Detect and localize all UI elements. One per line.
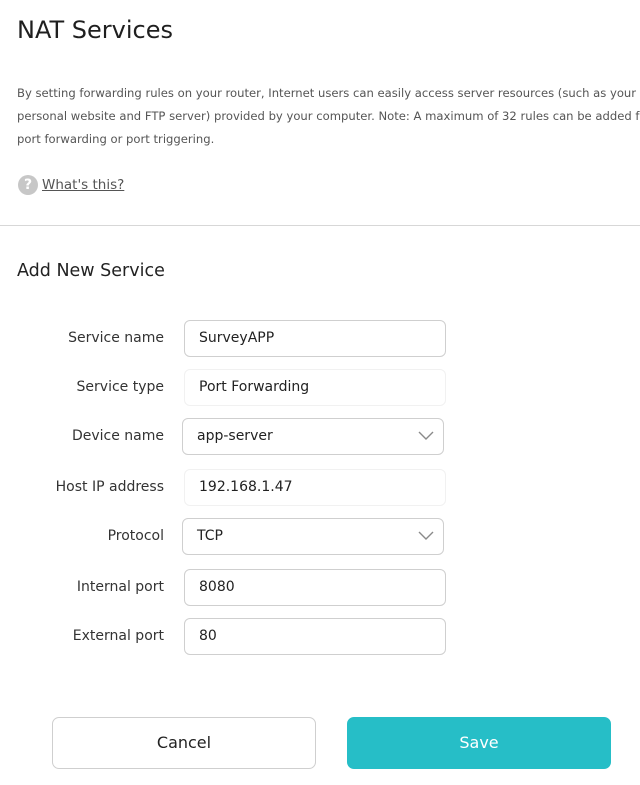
save-button[interactable]: Save bbox=[347, 717, 611, 769]
internal-port-input[interactable]: 8080 bbox=[184, 569, 446, 606]
service-type-label: Service type bbox=[76, 379, 164, 395]
description-line: By setting forwarding rules on your rout… bbox=[17, 86, 637, 100]
page-title: NAT Services bbox=[17, 16, 173, 44]
service-type-row: Service type Port Forwarding bbox=[0, 369, 640, 406]
external-port-label: External port bbox=[72, 628, 164, 644]
host-ip-label: Host IP address bbox=[55, 479, 164, 495]
question-circle-icon[interactable]: ? bbox=[18, 175, 38, 195]
protocol-selected: TCP bbox=[197, 528, 223, 544]
chevron-down-icon[interactable] bbox=[418, 530, 434, 542]
device-name-select[interactable]: app-server bbox=[182, 418, 444, 455]
whats-this-label[interactable]: What's this? bbox=[42, 177, 124, 193]
protocol-label: Protocol bbox=[107, 528, 164, 544]
service-name-row: Service name SurveyAPP bbox=[0, 320, 640, 357]
section-title: Add New Service bbox=[17, 261, 165, 281]
host-ip-value: 192.168.1.47 bbox=[184, 469, 446, 506]
description-line: personal website and FTP server) provide… bbox=[17, 109, 640, 123]
protocol-select[interactable]: TCP bbox=[182, 518, 444, 555]
description-line: port forwarding or port triggering. bbox=[17, 132, 215, 146]
device-name-row: Device name app-server bbox=[0, 418, 640, 455]
protocol-row: Protocol TCP bbox=[0, 518, 640, 555]
device-name-selected: app-server bbox=[197, 428, 273, 444]
page-description: By setting forwarding rules on your rout… bbox=[17, 82, 640, 151]
device-name-label: Device name bbox=[71, 428, 164, 444]
internal-port-label: Internal port bbox=[76, 579, 164, 595]
section-divider bbox=[0, 225, 640, 226]
external-port-row: External port 80 bbox=[0, 618, 640, 655]
chevron-down-icon[interactable] bbox=[418, 430, 434, 442]
service-name-input[interactable]: SurveyAPP bbox=[184, 320, 446, 357]
service-name-label: Service name bbox=[68, 330, 164, 346]
service-type-value: Port Forwarding bbox=[184, 369, 446, 406]
host-ip-row: Host IP address 192.168.1.47 bbox=[0, 469, 640, 506]
internal-port-row: Internal port 8080 bbox=[0, 569, 640, 606]
cancel-button[interactable]: Cancel bbox=[52, 717, 316, 769]
external-port-input[interactable]: 80 bbox=[184, 618, 446, 655]
whats-this-link[interactable]: ? What's this? bbox=[18, 174, 124, 196]
